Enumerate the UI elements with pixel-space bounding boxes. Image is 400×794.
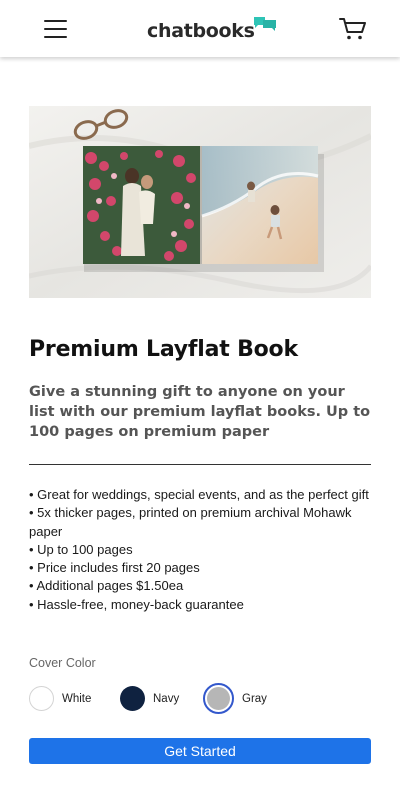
feature-item: • Hassle-free, money-back guarantee xyxy=(29,596,244,612)
hamburger-menu-icon[interactable] xyxy=(44,19,67,38)
logo-text: chatbooks xyxy=(147,20,255,42)
product-title: Premium Layflat Book xyxy=(29,337,298,362)
navy-swatch[interactable] xyxy=(120,686,145,711)
feature-item: • 5x thicker pages, printed on premium a… xyxy=(29,505,352,539)
gray-swatch[interactable] xyxy=(207,687,230,710)
get-started-button[interactable]: Get Started xyxy=(29,738,371,764)
swatch-label-white: White xyxy=(62,692,92,705)
cover-color-label: Cover Color xyxy=(29,656,96,670)
product-subtitle: Give a stunning gift to anyone on your l… xyxy=(29,384,371,440)
feature-item: • Up to 100 pages xyxy=(29,541,133,557)
top-nav-bar: chatbooks xyxy=(0,0,400,57)
chatbooks-logo[interactable]: chatbooks xyxy=(147,16,277,42)
gray-swatch-selected-ring[interactable] xyxy=(203,683,234,714)
swatch-label-gray: Gray xyxy=(242,692,267,705)
shopping-cart-icon[interactable] xyxy=(339,17,367,41)
white-swatch[interactable] xyxy=(29,686,54,711)
swatch-label-navy: Navy xyxy=(153,692,180,705)
feature-item: • Additional pages $1.50ea xyxy=(29,578,184,594)
cover-option-navy[interactable]: Navy xyxy=(120,686,206,711)
cover-option-white[interactable]: White xyxy=(29,686,120,711)
feature-item: • Price includes first 20 pages xyxy=(29,560,200,576)
product-hero-image xyxy=(29,106,371,298)
feature-item: • Great for weddings, special events, an… xyxy=(29,487,369,502)
chat-bubbles-icon xyxy=(253,17,276,31)
cover-color-selector: White Navy Gray xyxy=(29,683,267,714)
section-divider xyxy=(29,464,371,465)
cover-option-gray[interactable]: Gray xyxy=(203,683,267,714)
feature-list: • Great for weddings, special events, an… xyxy=(29,486,374,614)
